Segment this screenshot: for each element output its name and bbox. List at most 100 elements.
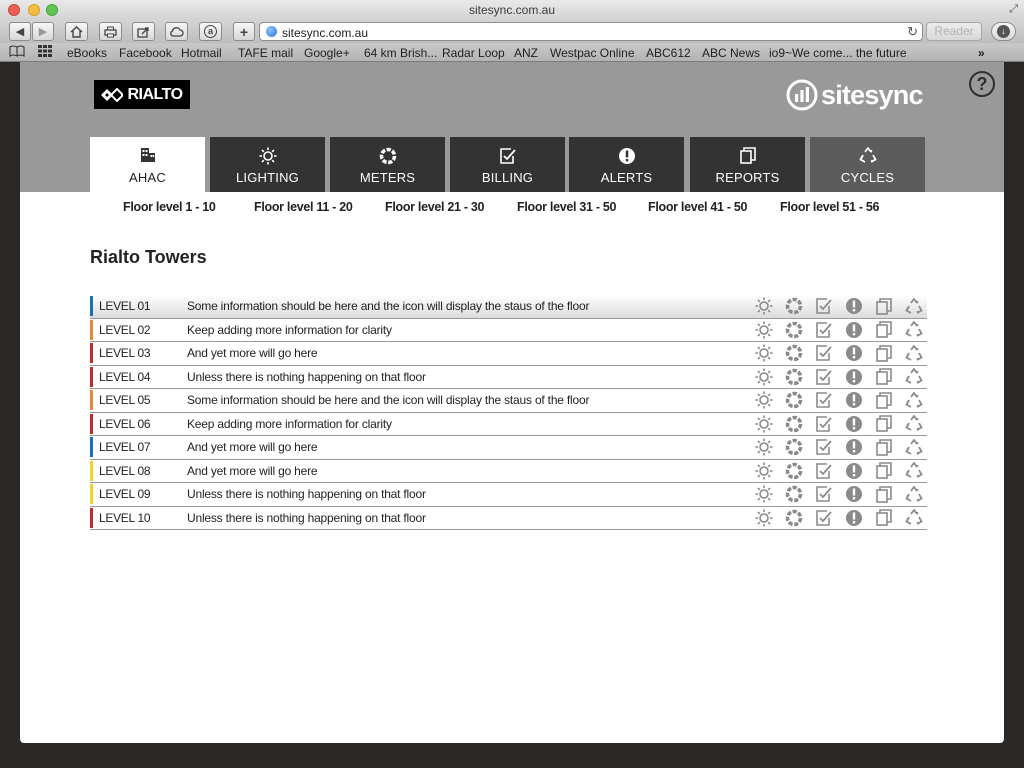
sun-icon[interactable]	[749, 321, 779, 339]
level-row[interactable]: LEVEL 03 And yet more will go here	[90, 342, 927, 366]
bookmark-item[interactable]: Facebook	[119, 46, 172, 60]
meter-ring-icon[interactable]	[779, 415, 809, 433]
sun-icon[interactable]	[749, 485, 779, 503]
bookmarks-overflow-icon[interactable]: »	[978, 46, 985, 60]
floor-range-link[interactable]: Floor level 51 - 56	[780, 200, 880, 214]
sun-icon[interactable]	[749, 415, 779, 433]
pages-icon[interactable]	[869, 462, 899, 480]
home-button[interactable]	[65, 22, 88, 41]
tab-alerts[interactable]: ALERTS	[569, 137, 684, 192]
recycle-icon[interactable]	[899, 344, 929, 362]
check-doc-icon[interactable]	[809, 462, 839, 480]
check-doc-icon[interactable]	[809, 509, 839, 527]
meter-ring-icon[interactable]	[779, 509, 809, 527]
recycle-icon[interactable]	[899, 485, 929, 503]
recycle-icon[interactable]	[899, 297, 929, 315]
check-doc-icon[interactable]	[809, 415, 839, 433]
tab-lighting[interactable]: LIGHTING	[210, 137, 325, 192]
level-row[interactable]: LEVEL 01 Some information should be here …	[90, 295, 927, 319]
level-row[interactable]: LEVEL 02 Keep adding more information for…	[90, 319, 929, 342]
meter-ring-icon[interactable]	[779, 438, 809, 456]
bookmark-item[interactable]: 64 km Brish...	[364, 46, 437, 60]
level-row[interactable]: LEVEL 05 Some information should be here …	[90, 389, 927, 413]
alert-icon[interactable]	[839, 368, 869, 386]
meter-ring-icon[interactable]	[779, 297, 809, 315]
check-doc-icon[interactable]	[809, 368, 839, 386]
check-doc-icon[interactable]	[809, 321, 839, 339]
forward-button[interactable]: ▶	[32, 22, 54, 41]
fullscreen-icon[interactable]: ⤢	[1009, 3, 1018, 16]
alert-icon[interactable]	[839, 415, 869, 433]
tab-reports[interactable]: REPORTS	[690, 137, 805, 192]
bookmark-item[interactable]: eBooks	[67, 46, 107, 60]
tab-billing[interactable]: BILLING	[450, 137, 565, 192]
level-row[interactable]: LEVEL 06 Keep adding more information for…	[90, 413, 927, 436]
bookmark-item[interactable]: ABC612	[646, 46, 691, 60]
meter-ring-icon[interactable]	[779, 344, 809, 362]
check-doc-icon[interactable]	[809, 297, 839, 315]
alert-icon[interactable]	[839, 297, 869, 315]
rialto-logo[interactable]: RIALTO	[94, 80, 190, 109]
sun-icon[interactable]	[749, 368, 779, 386]
meter-ring-icon[interactable]	[779, 391, 809, 409]
pages-icon[interactable]	[869, 368, 899, 386]
floor-range-link[interactable]: Floor level 31 - 50	[517, 200, 617, 214]
floor-range-link[interactable]: Floor level 11 - 20	[254, 200, 353, 214]
alert-icon[interactable]	[839, 321, 869, 339]
icloud-button[interactable]	[165, 22, 188, 41]
sun-icon[interactable]	[749, 344, 779, 362]
alert-icon[interactable]	[839, 391, 869, 409]
alert-icon[interactable]	[839, 509, 869, 527]
add-bookmark-button[interactable]: +	[233, 22, 255, 41]
pages-icon[interactable]	[869, 344, 899, 362]
level-row[interactable]: LEVEL 08 And yet more will go here	[90, 460, 929, 483]
print-button[interactable]	[99, 22, 122, 41]
pages-icon[interactable]	[869, 321, 899, 339]
amazon-button[interactable]: a	[199, 22, 222, 41]
recycle-icon[interactable]	[899, 391, 929, 409]
alert-icon[interactable]	[839, 462, 869, 480]
floor-range-link[interactable]: Floor level 21 - 30	[385, 200, 485, 214]
top-sites-grid-icon[interactable]	[38, 45, 52, 60]
meter-ring-icon[interactable]	[779, 462, 809, 480]
floor-range-link[interactable]: Floor level 1 - 10	[123, 200, 216, 214]
recycle-icon[interactable]	[899, 462, 929, 480]
alert-icon[interactable]	[839, 438, 869, 456]
bookmark-item[interactable]: Westpac Online	[550, 46, 635, 60]
sun-icon[interactable]	[749, 391, 779, 409]
pages-icon[interactable]	[869, 509, 899, 527]
tab-meters[interactable]: METERS	[330, 137, 445, 192]
alert-icon[interactable]	[839, 485, 869, 503]
bookmark-item[interactable]: Radar Loop	[442, 46, 505, 60]
help-icon[interactable]: ?	[969, 71, 995, 97]
alert-icon[interactable]	[839, 344, 869, 362]
back-button[interactable]: ◀	[9, 22, 31, 41]
recycle-icon[interactable]	[899, 438, 929, 456]
level-row[interactable]: LEVEL 09 Unless there is nothing happenin…	[90, 483, 927, 507]
address-bar[interactable]: sitesync.com.au ↻	[259, 22, 923, 41]
pages-icon[interactable]	[869, 297, 899, 315]
bookmark-item[interactable]: ANZ	[514, 46, 538, 60]
downloads-button[interactable]: ↓	[991, 22, 1016, 41]
level-row[interactable]: LEVEL 07 And yet more will go here	[90, 436, 927, 460]
reload-icon[interactable]: ↻	[907, 24, 918, 40]
bookmark-item[interactable]: Hotmail	[181, 46, 222, 60]
bookmark-item[interactable]: TAFE mail	[238, 46, 293, 60]
check-doc-icon[interactable]	[809, 438, 839, 456]
recycle-icon[interactable]	[899, 321, 929, 339]
sun-icon[interactable]	[749, 462, 779, 480]
sun-icon[interactable]	[749, 438, 779, 456]
level-row[interactable]: LEVEL 10 Unless there is nothing happenin…	[90, 507, 929, 530]
tab-cycles[interactable]: CYCLES	[810, 137, 925, 192]
tab-ahac[interactable]: AHAC	[90, 137, 205, 192]
pages-icon[interactable]	[869, 485, 899, 503]
check-doc-icon[interactable]	[809, 344, 839, 362]
bookmark-item[interactable]: io9~We come... the future	[769, 46, 907, 60]
bookmark-item[interactable]: ABC News	[702, 46, 760, 60]
recycle-icon[interactable]	[899, 509, 929, 527]
pages-icon[interactable]	[869, 415, 899, 433]
floor-range-link[interactable]: Floor level 41 - 50	[648, 200, 748, 214]
bookmark-item[interactable]: Google+	[304, 46, 350, 60]
share-button[interactable]	[132, 22, 155, 41]
bookmarks-book-icon[interactable]	[9, 45, 25, 60]
